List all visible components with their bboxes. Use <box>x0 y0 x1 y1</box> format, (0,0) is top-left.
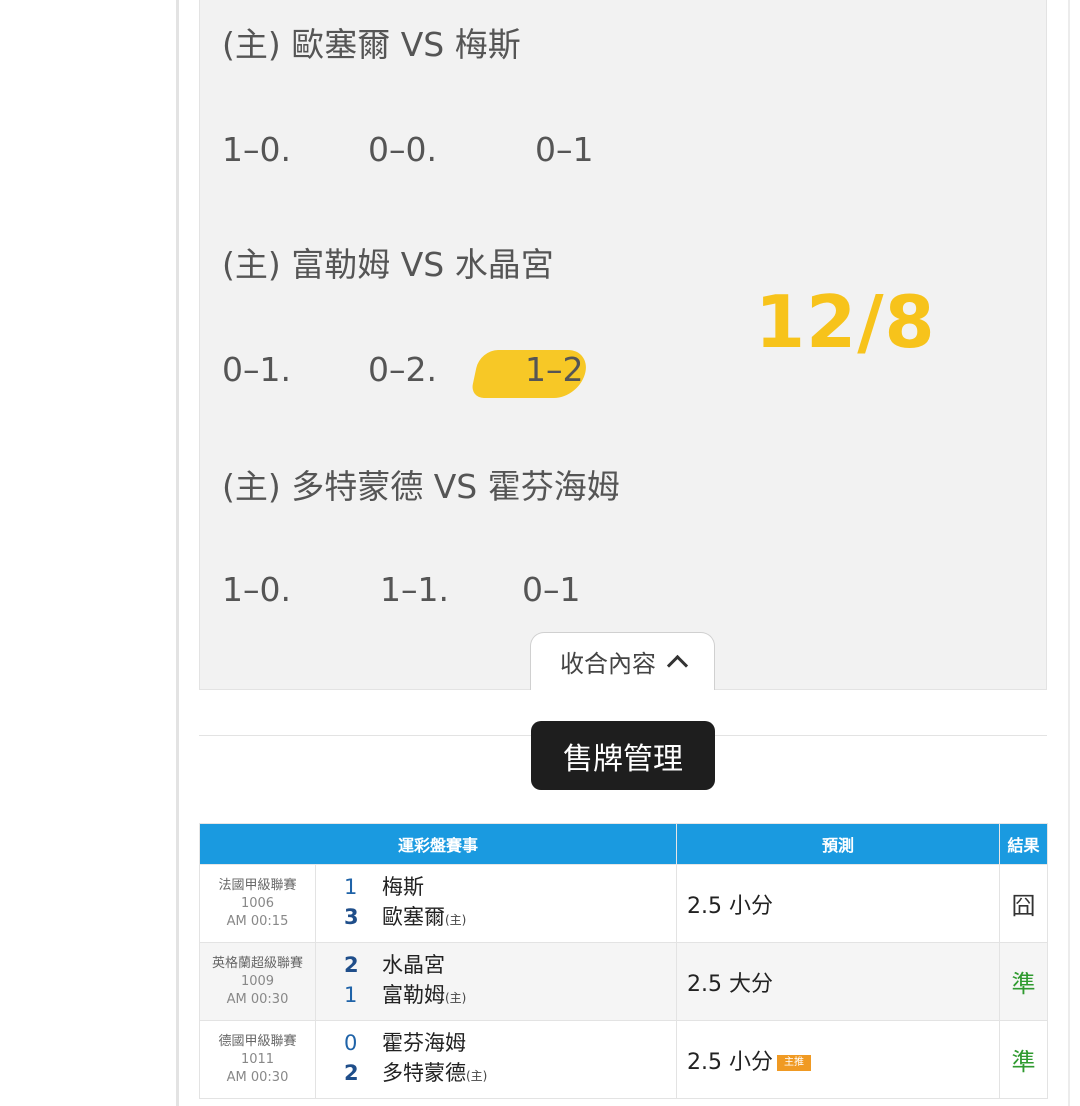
home-marker: (主) <box>445 991 467 1005</box>
teams-cell: 0 霍芬海姆 2 多特蒙德 (主) <box>314 1020 678 1099</box>
date-stamp: 12/8 <box>755 280 936 364</box>
score-option: 0–1. <box>222 350 291 389</box>
prediction-cell: 2.5 小分 <box>676 864 1001 943</box>
match-code: 1011 <box>240 1051 275 1067</box>
left-border <box>176 0 179 1106</box>
league-name: 英格蘭超級聯賽 <box>211 955 303 971</box>
team-score: 2 <box>344 953 359 977</box>
prediction-cell: 2.5 小分 主推 <box>676 1020 1001 1099</box>
prediction-text: 2.5 大分 <box>687 971 773 997</box>
teams-cell: 1 梅斯 3 歐塞爾 (主) <box>314 864 678 943</box>
score-option: 0–1 <box>535 130 594 169</box>
score-option: 0–0. <box>368 130 437 169</box>
score-option: 0–1 <box>522 570 581 609</box>
team-score: 0 <box>344 1031 358 1055</box>
team-name: 霍芬海姆 <box>382 1031 466 1055</box>
home-marker: (主) <box>445 913 467 927</box>
match-title: (主) 富勒姆 VS 水晶宮 <box>222 245 554 284</box>
score-option-highlighted: 1–2 <box>525 350 584 389</box>
team-score: 2 <box>344 1061 359 1085</box>
table-row[interactable]: 法國甲級聯賽 1006 AM 00:15 1 梅斯 3 歐塞爾 (主) 2.5 小分 … <box>199 864 1049 943</box>
score-option: 1–0. <box>222 570 291 609</box>
result-cell: 準 <box>999 942 1049 1021</box>
match-title: (主) 歐塞爾 VS 梅斯 <box>222 25 521 64</box>
match-code: 1006 <box>240 895 275 911</box>
right-border <box>1068 0 1070 1106</box>
teams-cell: 2 水晶宮 1 富勒姆 (主) <box>314 942 678 1021</box>
ticket-management-button[interactable]: 售牌管理 <box>531 721 715 790</box>
header-event: 運彩盤賽事 <box>198 823 678 865</box>
prediction-text: 2.5 小分 <box>687 893 773 919</box>
match-time: AM 00:30 <box>226 1069 289 1085</box>
team-score: 3 <box>344 905 359 929</box>
table-row[interactable]: 英格蘭超級聯賽 1009 AM 00:30 2 水晶宮 1 富勒姆 (主) 2.5 大… <box>199 942 1049 1021</box>
league-cell: 德國甲級聯賽 1011 AM 00:30 <box>199 1020 316 1099</box>
header-result: 結果 <box>999 823 1049 865</box>
team-name: 歐塞爾 <box>382 905 445 929</box>
collapse-content-button[interactable]: 收合內容 <box>530 632 715 690</box>
collapse-label: 收合內容 <box>560 650 656 678</box>
team-name: 多特蒙德 <box>382 1061 466 1085</box>
match-title: (主) 多特蒙德 VS 霍芬海姆 <box>222 467 620 506</box>
match-time: AM 00:15 <box>226 913 289 929</box>
header-prediction: 預測 <box>676 823 1001 865</box>
table-row[interactable]: 德國甲級聯賽 1011 AM 00:30 0 霍芬海姆 2 多特蒙德 (主) 2.5 … <box>199 1020 1049 1099</box>
league-name: 法國甲級聯賽 <box>218 877 297 893</box>
score-option: 1–1. <box>380 570 449 609</box>
team-name: 梅斯 <box>382 875 424 899</box>
league-name: 德國甲級聯賽 <box>218 1033 297 1049</box>
league-cell: 英格蘭超級聯賽 1009 AM 00:30 <box>199 942 316 1021</box>
featured-pick-badge: 主推 <box>777 1054 811 1071</box>
score-option: 1–0. <box>222 130 291 169</box>
league-cell: 法國甲級聯賽 1006 AM 00:15 <box>199 864 316 943</box>
result-cell: 囧 <box>999 864 1049 943</box>
match-time: AM 00:30 <box>226 991 289 1007</box>
match-code: 1009 <box>240 973 275 989</box>
games-table: 運彩盤賽事 預測 結果 法國甲級聯賽 1006 AM 00:15 1 梅斯 3 歐塞… <box>198 823 1049 1099</box>
team-name: 水晶宮 <box>382 953 445 977</box>
home-marker: (主) <box>466 1069 488 1083</box>
team-score: 1 <box>344 983 358 1007</box>
score-option: 0–2. <box>368 350 437 389</box>
result-cell: 準 <box>999 1020 1049 1099</box>
prediction-text: 2.5 小分 <box>687 1049 773 1075</box>
team-score: 1 <box>344 875 358 899</box>
prediction-cell: 2.5 大分 <box>676 942 1001 1021</box>
prediction-notes-panel: (主) 歐塞爾 VS 梅斯 1–0. 0–0. 0–1 (主) 富勒姆 VS 水… <box>199 0 1047 690</box>
team-name: 富勒姆 <box>382 983 445 1007</box>
chevron-up-icon <box>666 654 689 677</box>
